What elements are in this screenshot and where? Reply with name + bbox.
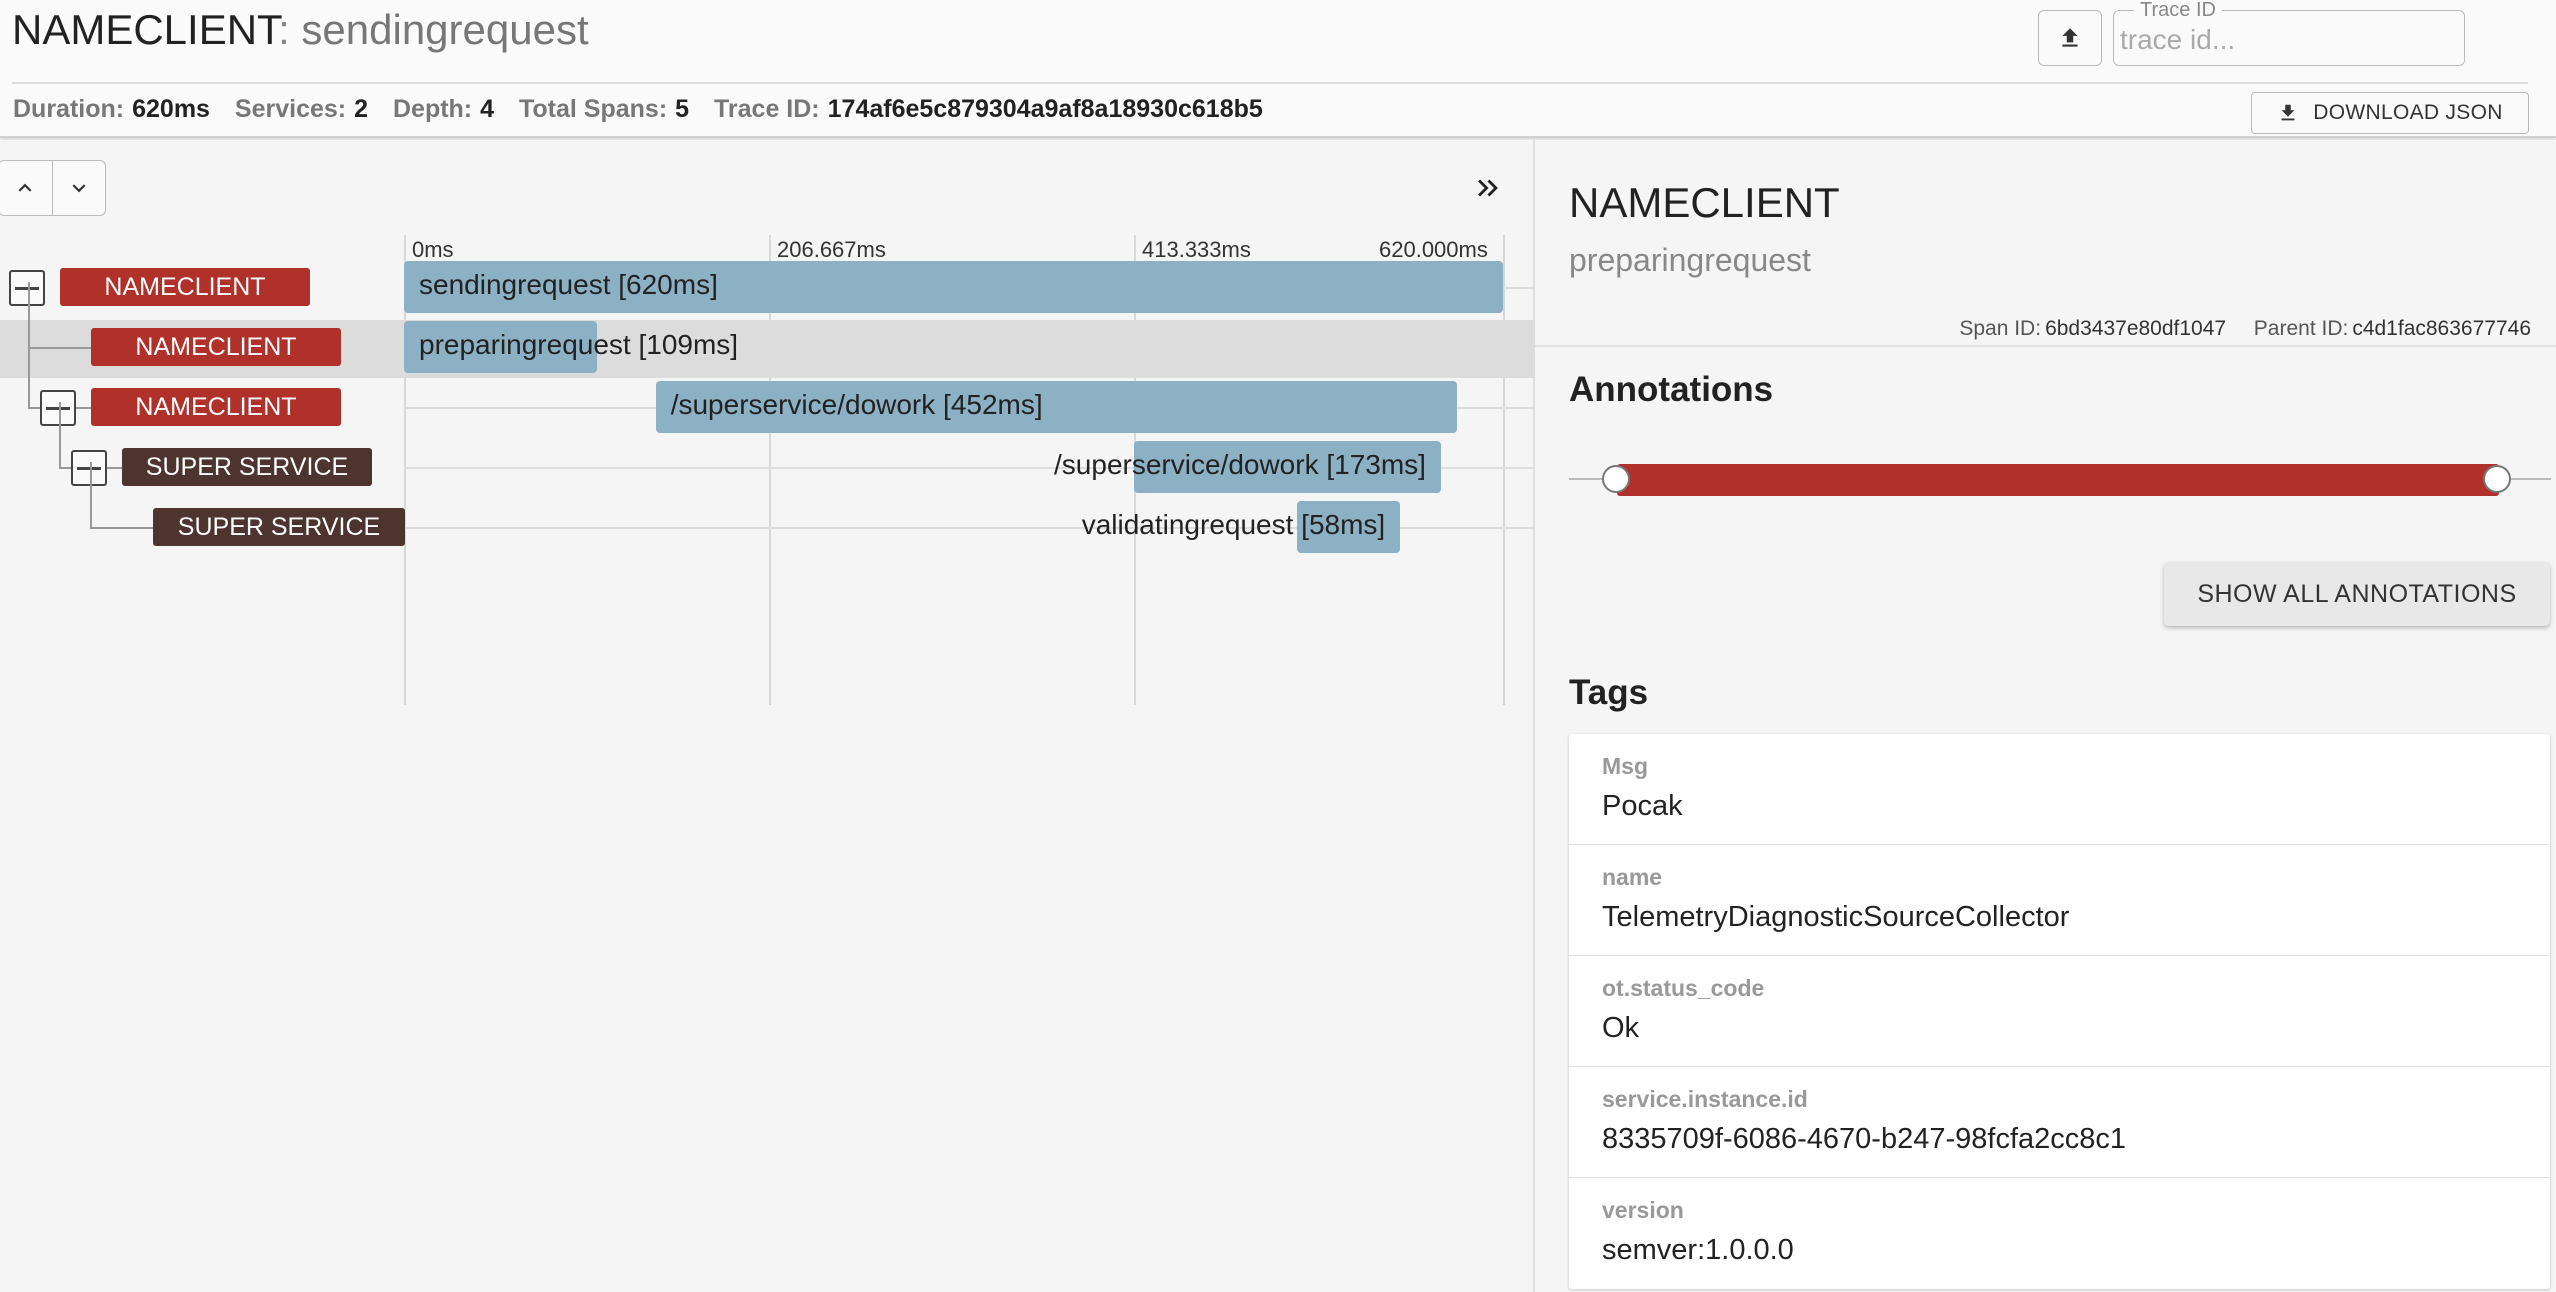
upload-icon [2062,28,2078,47]
tag-key: version [1602,1197,1684,1223]
service-badge[interactable]: NAMECLIENT [60,268,310,306]
upload-button[interactable] [2038,10,2102,66]
tree-connector [90,527,153,529]
axis-tick-label: 206.667ms [777,237,886,262]
span-id-value: 6bd3437e80df1047 [2045,317,2227,340]
page-title: NAMECLIENT: sendingrequest [12,4,589,56]
trace-id-label: Trace ID: [714,95,820,123]
trace-id-legend: Trace ID [2134,0,2222,21]
duration-value: 620ms [132,95,210,123]
span-label: validatingrequest [58ms] [1081,509,1386,540]
span-label: /superservice/dowork [452ms] [670,389,1043,420]
title-service-name: NAMECLIENT [12,6,279,53]
download-json-label: DOWNLOAD JSON [2313,101,2503,124]
axis-tick-label: 0ms [412,237,454,262]
axis-gridline [1503,235,1505,705]
download-json-button[interactable]: DOWNLOAD JSON [2251,92,2529,134]
tag-value: 8335709f-6086-4670-b247-98fcfa2cc8c1 [1602,1123,2127,1155]
tree-connector [28,347,91,349]
chevron-up-icon [18,183,32,192]
total-spans-label: Total Spans: [519,95,668,123]
tree-connector [28,342,30,408]
tag-row: name TelemetryDiagnosticSourceCollector [1569,845,2550,956]
tags-list: Msg Pocak name TelemetryDiagnosticSourceCol… [1569,734,2550,1289]
tag-key: service.instance.id [1602,1086,1808,1112]
span-ids: Span ID: 6bd3437e80df1047 Parent ID: c4d1f… [1959,316,2531,342]
detail-span-name: preparingrequest [1569,242,1811,278]
expand-detail-button[interactable] [1468,170,1508,206]
span-detail-panel: NAMECLIENT preparingrequest Span ID: 6bd3… [1533,140,2556,1292]
depth-value: 4 [480,95,495,123]
duration-label: Duration: [13,95,125,123]
span-label: /superservice/dowork [173ms] [1054,449,1426,480]
detail-divider [1535,345,2556,347]
double-chevron-right-icon [1478,179,1498,197]
collapse-toggle[interactable] [71,450,107,486]
annotation-end-marker[interactable] [2483,465,2511,493]
header-divider [12,82,2528,84]
depth-label: Depth: [392,95,473,123]
collapse-toggle[interactable] [9,270,45,306]
title-separator: : [278,6,290,53]
tags-title: Tags [1569,673,1649,712]
trace-summary: Duration: 620ms Services: 2 Depth: 4 Total … [13,94,1281,124]
service-badge[interactable]: SUPER SERVICE [153,508,405,546]
service-badge[interactable]: NAMECLIENT [91,388,341,426]
tag-value: Pocak [1602,790,1683,822]
tag-row: version semver:1.0.0.0 [1569,1178,2550,1289]
span-label: sendingrequest [620ms] [419,269,718,300]
detail-service-name: NAMECLIENT [1569,179,1840,226]
tag-key: ot.status_code [1602,975,1765,1001]
trace-id-value: 174af6e5c879304a9af8a18930c618b5 [827,95,1263,123]
tag-key: Msg [1602,753,1648,779]
span-navigation [0,160,106,216]
service-badge[interactable]: NAMECLIENT [91,328,341,366]
span-id-label: Span ID: [1959,317,2042,340]
tag-row: service.instance.id 8335709f-6086-4670-b2… [1569,1067,2550,1178]
show-all-annotations-button[interactable]: SHOW ALL ANNOTATIONS [2164,562,2550,626]
tag-value: semver:1.0.0.0 [1602,1234,1794,1266]
services-label: Services: [234,95,347,123]
tag-key: name [1602,864,1663,890]
download-icon [2281,104,2295,121]
tag-value: TelemetryDiagnosticSourceCollector [1602,901,2070,933]
axis-tick-label: 620.000ms [1379,237,1488,262]
tree-connector [28,282,30,348]
parent-id-label: Parent ID: [2253,317,2349,340]
timeline-panel: 0ms 206.667ms 413.333ms 620.000ms NAMECLIEN… [0,140,1533,1292]
previous-span-button[interactable] [0,161,52,215]
annotation-range [1617,464,2499,496]
tag-row: Msg Pocak [1569,734,2550,845]
annotations-title: Annotations [1569,370,1774,409]
annotation-start-marker[interactable] [1602,465,1630,493]
collapse-toggle[interactable] [40,390,76,426]
services-value: 2 [354,95,369,123]
total-spans-value: 5 [675,95,690,123]
tag-value: Ok [1602,1012,1640,1044]
axis-tick-label: 413.333ms [1142,237,1251,262]
chevron-down-icon [72,184,86,193]
span-label: preparingrequest [109ms] [419,329,739,360]
trace-id-field[interactable]: Trace ID [2113,0,2465,66]
tree-connector [90,462,92,528]
tree-connector [59,402,61,468]
next-span-button[interactable] [51,161,105,215]
title-span-name: sendingrequest [301,6,589,53]
tag-row: ot.status_code Ok [1569,956,2550,1067]
trace-header: NAMECLIENT: sendingrequest Trace ID Dura… [0,0,2556,138]
trace-id-input[interactable] [2120,23,2450,57]
service-badge[interactable]: SUPER SERVICE [122,448,372,486]
parent-id-value: c4d1fac863677746 [2352,317,2531,340]
